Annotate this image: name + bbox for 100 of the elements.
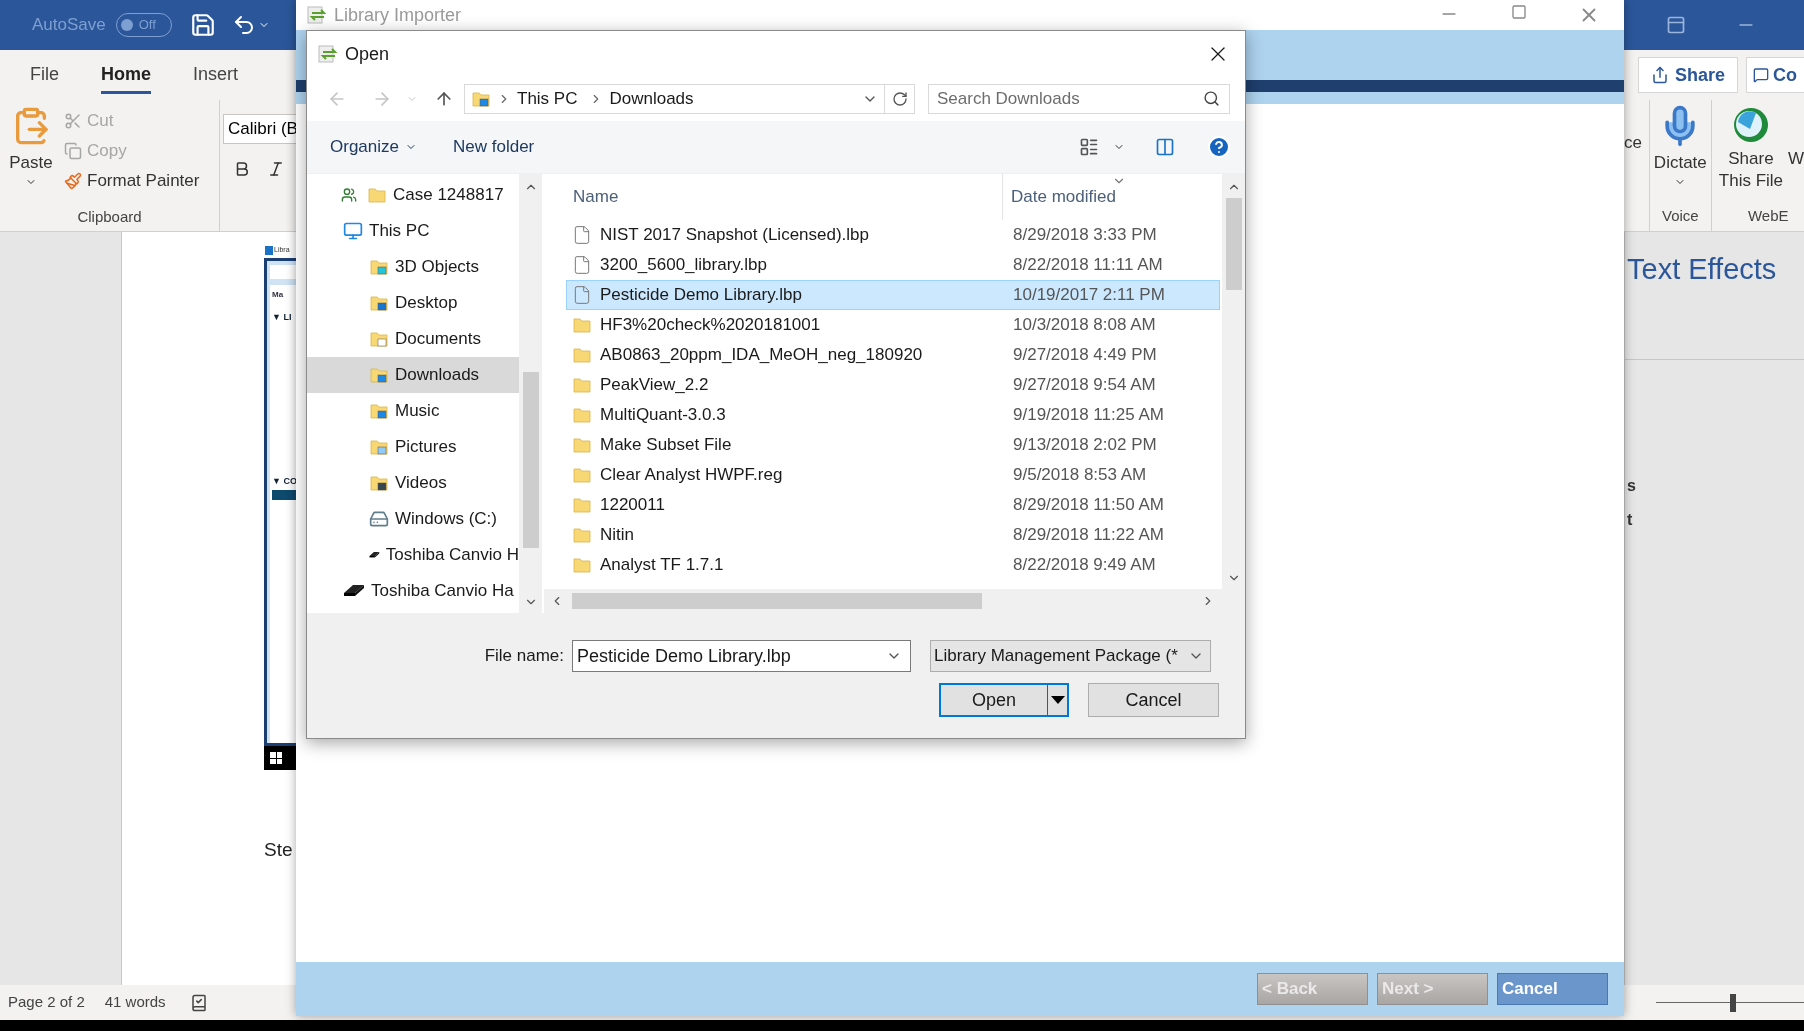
share-file-button[interactable]: Share This File xyxy=(1717,100,1784,192)
nav-item[interactable]: Pictures xyxy=(307,429,519,465)
file-row[interactable]: Nitin 8/29/2018 11:22 AM xyxy=(566,520,1220,550)
computer-icon xyxy=(343,221,363,241)
ribbon-tab[interactable]: Home xyxy=(101,56,152,94)
file-name: Pesticide Demo Library.lbp xyxy=(600,284,802,307)
nav-item[interactable]: Desktop xyxy=(307,285,519,321)
dictate-button[interactable]: Dictate xyxy=(1653,100,1707,188)
document-text: Ste xyxy=(264,838,294,862)
file-name-field[interactable]: Pesticide Demo Library.lbp xyxy=(572,640,911,672)
comments-button[interactable]: Co xyxy=(1746,57,1804,93)
nav-item[interactable]: Music xyxy=(307,393,519,429)
file-row[interactable]: Analyst TF 1.7.1 8/22/2018 9:49 AM xyxy=(566,550,1220,580)
open-button[interactable]: Open xyxy=(939,683,1069,717)
share-button[interactable]: Share xyxy=(1638,57,1738,93)
paste-button[interactable]: Paste xyxy=(0,106,62,203)
scissors-icon xyxy=(64,112,82,130)
folder-icon xyxy=(572,405,592,425)
column-header[interactable]: Name xyxy=(566,174,1003,220)
cancel-button[interactable]: Cancel xyxy=(1088,683,1219,717)
folder-icon xyxy=(369,473,389,493)
folder-icon xyxy=(369,329,389,349)
file-row[interactable]: 1220011 8/29/2018 11:50 AM xyxy=(566,490,1220,520)
address-bar[interactable]: This PC Downloads xyxy=(464,84,915,114)
nav-item[interactable]: Documents xyxy=(307,321,519,357)
search-icon xyxy=(1203,90,1220,107)
arrows-icon xyxy=(317,44,339,64)
file-row[interactable]: 3200_5600_library.lbp 8/22/2018 11:11 AM xyxy=(566,250,1220,280)
field-label: File name: xyxy=(483,645,565,668)
file-date: 10/3/2018 8:08 AM xyxy=(1012,314,1156,337)
view-options-icon[interactable] xyxy=(1079,137,1099,157)
nav-item[interactable]: 3D Objects xyxy=(307,249,519,285)
save-icon[interactable] xyxy=(189,12,216,38)
file-date: 10/19/2017 2:11 PM xyxy=(1012,284,1165,307)
italic-icon[interactable] xyxy=(267,160,285,178)
file-date: 9/27/2018 9:54 AM xyxy=(1012,374,1156,397)
file-row[interactable]: Make Subset File 9/13/2018 2:02 PM xyxy=(566,430,1220,460)
window-title: Library Importer xyxy=(334,3,462,27)
file-row[interactable]: HF3%20check%2020181001 10/3/2018 8:08 AM xyxy=(566,310,1220,340)
dialog-title: Open xyxy=(345,42,390,66)
nav-item[interactable]: Toshiba Canvio H xyxy=(307,537,519,573)
help-icon[interactable] xyxy=(1207,135,1231,159)
nav-item[interactable]: This PC xyxy=(307,213,519,249)
scroll-thumb[interactable] xyxy=(1225,198,1242,290)
breadcrumb-item[interactable]: Downloads xyxy=(609,86,694,112)
folder-icon xyxy=(572,495,592,515)
arrows-icon xyxy=(306,5,328,25)
copy-icon xyxy=(64,142,82,160)
folder-icon xyxy=(572,435,592,455)
search-field[interactable]: Search Downloads xyxy=(928,84,1230,114)
toolbar-button[interactable]: New folder xyxy=(453,134,535,160)
scroll-thumb[interactable] xyxy=(522,372,539,548)
ribbon-display-icon[interactable] xyxy=(1666,15,1686,35)
folder-icon xyxy=(572,375,592,395)
nav-item[interactable]: Windows (C:) xyxy=(307,501,519,537)
ribbon-button[interactable]: Format Painter xyxy=(64,166,200,196)
preview-pane-icon[interactable] xyxy=(1155,137,1175,157)
file-row[interactable]: Clear Analyst HWPF.reg 9/5/2018 8:53 AM xyxy=(566,460,1220,490)
file-name: PeakView_2.2 xyxy=(600,374,709,397)
nav-item[interactable]: Videos xyxy=(307,465,519,501)
file-row[interactable]: Pesticide Demo Library.lbp 10/19/2017 2:11 PM xyxy=(566,280,1220,310)
file-name: MultiQuant-3.0.3 xyxy=(600,404,726,427)
folder-icon xyxy=(572,555,592,575)
scroll-thumb[interactable] xyxy=(572,593,982,609)
ribbon-tab[interactable]: File xyxy=(30,56,59,94)
proofing-icon[interactable] xyxy=(189,993,208,1012)
section-header: ▼ LI xyxy=(272,311,293,324)
file-date: 8/22/2018 11:11 AM xyxy=(1012,254,1163,277)
nav-item[interactable]: Downloads xyxy=(307,357,519,393)
file-name: Make Subset File xyxy=(600,434,732,457)
file-row[interactable]: PeakView_2.2 9/27/2018 9:54 AM xyxy=(566,370,1220,400)
comment-icon xyxy=(1753,67,1769,83)
app-logo-icon xyxy=(265,245,273,255)
nav-item[interactable]: Toshiba Canvio Ha xyxy=(307,573,519,609)
globe-icon xyxy=(1731,106,1770,144)
folder-icon xyxy=(572,525,592,545)
breadcrumb-item[interactable]: This PC xyxy=(517,86,578,112)
paintbrush-icon xyxy=(64,172,82,190)
file-date: 9/27/2018 4:49 PM xyxy=(1012,344,1157,367)
split-arrow-icon[interactable] xyxy=(1047,685,1067,715)
file-row[interactable]: NIST 2017 Snapshot (Licensed).lbp 8/29/2018 3:33 PM xyxy=(566,220,1220,250)
drive-icon xyxy=(369,509,389,529)
column-header[interactable]: Date modified xyxy=(1003,174,1116,220)
group-label: Clipboard xyxy=(77,206,142,227)
file-name: Nitin xyxy=(600,524,634,547)
file-row[interactable]: AB0863_20ppm_IDA_MeOH_neg_180920 9/27/2018 4:49 PM xyxy=(566,340,1220,370)
people-icon xyxy=(341,187,357,203)
file-type-dropdown[interactable]: Library Management Package (* xyxy=(930,640,1211,672)
toolbar-button[interactable]: Organize xyxy=(330,134,417,160)
folder-icon xyxy=(367,185,387,205)
ribbon-label: W xyxy=(1786,148,1804,170)
file-row[interactable]: MultiQuant-3.0.3 9/19/2018 11:25 AM xyxy=(566,400,1220,430)
group-label: WebE xyxy=(1747,205,1790,226)
file-date: 8/29/2018 11:22 AM xyxy=(1012,524,1164,547)
ribbon-tab[interactable]: Insert xyxy=(193,56,239,94)
folder-icon xyxy=(369,365,389,385)
pane-heading: Text Effects xyxy=(1627,253,1777,285)
folder-icon xyxy=(369,293,389,313)
nav-item[interactable]: Case 1248817 xyxy=(307,177,519,213)
zoom-slider[interactable] xyxy=(1656,992,1804,1013)
